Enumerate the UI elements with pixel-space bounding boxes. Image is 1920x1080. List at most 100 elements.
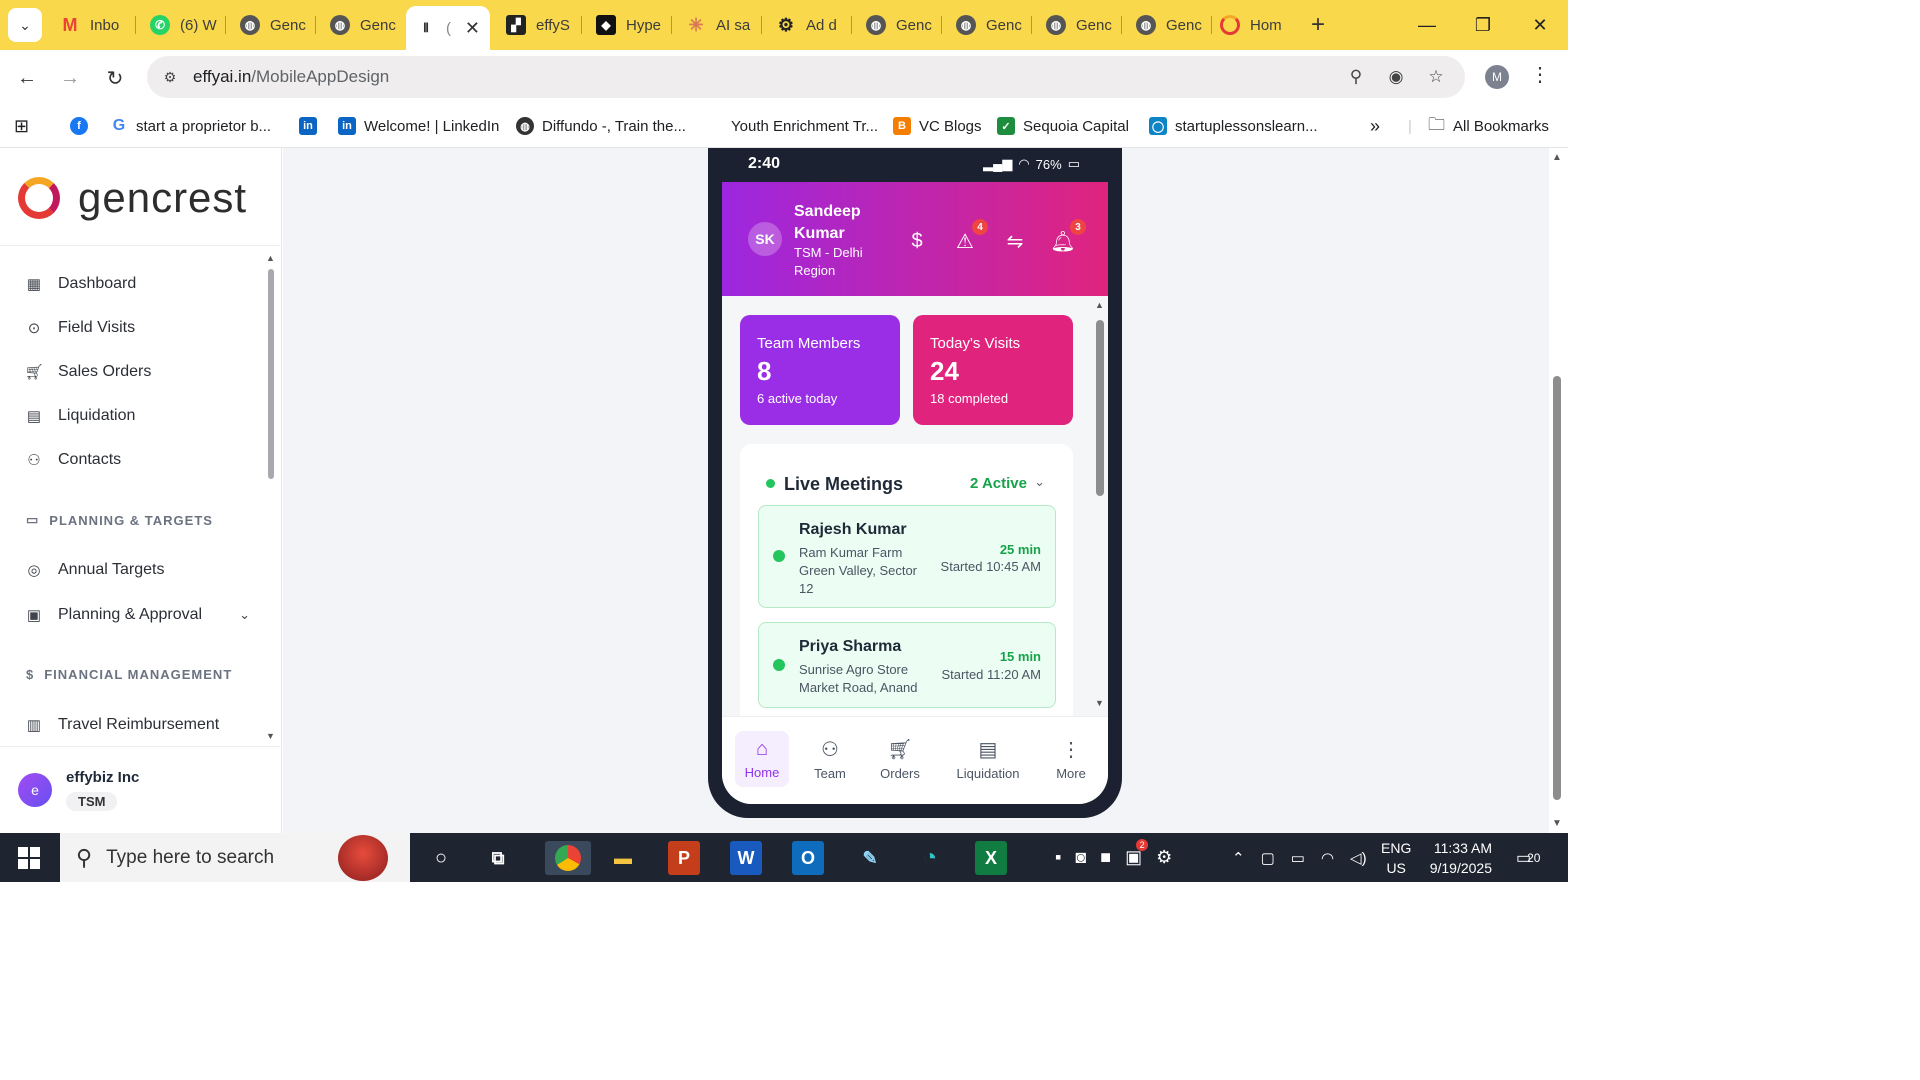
tab-claude[interactable]: ✳ AI sa — [676, 8, 762, 42]
sidebar-item-annual-targets[interactable]: ◎ Annual Targets — [24, 557, 250, 583]
paint-icon[interactable]: ✎ — [852, 841, 888, 875]
excel-icon[interactable]: X — [975, 841, 1007, 875]
phone-scroll-up[interactable]: ▲ — [1095, 300, 1104, 310]
restore-button[interactable]: ❐ — [1455, 0, 1511, 50]
tray-app-icon[interactable]: ▪ — [1055, 847, 1061, 868]
sidebar-scrollbar[interactable]: ▲ ▼ — [266, 253, 276, 749]
close-tab-icon[interactable]: ✕ — [465, 18, 480, 39]
tab-gencrest-5[interactable]: ◍ Genc — [1036, 8, 1122, 42]
file-explorer-icon[interactable]: ▬ — [605, 841, 641, 875]
scroll-thumb[interactable] — [268, 269, 274, 479]
chevron-down-icon[interactable]: ⌄ — [1034, 474, 1045, 490]
bookmark-youth[interactable]: Youth Enrichment Tr... — [731, 114, 878, 138]
nav-home[interactable]: ⌂ Home — [735, 731, 789, 787]
sidebar-item-field-visits[interactable]: ⊙ Field Visits — [24, 315, 250, 341]
outlook-icon[interactable]: O — [792, 841, 824, 875]
battery-icon[interactable]: ▭ — [1291, 849, 1305, 867]
phone-scrollbar[interactable]: ▲ ▼ — [1094, 300, 1106, 716]
nav-more[interactable]: ⋮ More — [1048, 731, 1094, 787]
sidebar-item-liquidation[interactable]: ▤ Liquidation — [24, 403, 250, 429]
profile-avatar[interactable]: M — [1485, 65, 1509, 89]
video-icon[interactable]: ■ — [1100, 847, 1111, 868]
chevron-down-icon[interactable]: ⌄ — [239, 607, 250, 623]
edge-icon[interactable]: ◔ — [912, 841, 948, 875]
bookmark-diffundo[interactable]: ◍ Diffundo -, Train the... — [516, 114, 686, 138]
all-bookmarks-button[interactable]: 🗀 All Bookmarks — [1428, 114, 1549, 138]
address-bar[interactable]: ⚙ effyai.in/MobileAppDesign ⚲ ◉ ☆ — [147, 56, 1465, 98]
avatar[interactable]: SK — [748, 222, 782, 256]
eye-icon[interactable]: ◉ — [1383, 64, 1409, 90]
user-profile[interactable]: e effybiz Inc TSM — [0, 746, 282, 833]
tab-hype[interactable]: ◆ Hype — [586, 8, 672, 42]
tab-effy[interactable]: ▞ effyS — [496, 8, 582, 42]
language-indicator[interactable]: ENG US — [1381, 833, 1411, 882]
tab-gencrest-6[interactable]: ◍ Genc — [1126, 8, 1212, 42]
page-scroll-up[interactable]: ▲ — [1552, 152, 1562, 163]
minimize-button[interactable]: — — [1399, 0, 1455, 50]
apps-grid-icon[interactable]: ⊞ — [14, 114, 29, 138]
wifi-icon[interactable]: ◠ — [1321, 849, 1334, 867]
chrome-taskbar-icon[interactable] — [545, 841, 591, 875]
sidebar-item-contacts[interactable]: ⚇ Contacts — [24, 447, 250, 473]
bookmark-vc-blogs[interactable]: B VC Blogs — [893, 114, 982, 138]
tab-gencrest-3[interactable]: ◍ Genc — [856, 8, 942, 42]
meeting-card[interactable]: Priya Sharma Sunrise Agro Store Market Ro… — [758, 622, 1056, 708]
scroll-down-arrow[interactable]: ▼ — [266, 731, 275, 741]
tab-search-button[interactable]: ⌄ — [8, 8, 42, 42]
powerpoint-icon[interactable]: P — [668, 841, 700, 875]
forward-button[interactable]: → — [55, 63, 85, 93]
brand-logo[interactable]: gencrest — [18, 174, 247, 222]
taskbar-search-input[interactable]: ⚲ Type here to search — [60, 833, 410, 882]
bookmark-sequoia[interactable]: ✓ Sequoia Capital — [997, 114, 1129, 138]
bookmark-startuplessons[interactable]: ◯ startuplessonslearn... — [1149, 114, 1318, 138]
tab-gmail[interactable]: M Inbo — [50, 8, 136, 42]
bookmark-proprietor[interactable]: Gstart a proprietor b... — [110, 114, 271, 138]
new-tab-button[interactable]: + — [1303, 8, 1333, 42]
bookmark-linkedin-welcome[interactable]: in Welcome! | LinkedIn — [338, 114, 499, 138]
page-scrollbar[interactable]: ▲ ▼ — [1549, 148, 1568, 833]
chevron-up-icon[interactable]: ⌃ — [1232, 849, 1245, 867]
settings-gear-icon[interactable]: ⚙ — [1156, 847, 1172, 868]
page-scroll-thumb[interactable] — [1553, 376, 1561, 800]
todays-visits-card[interactable]: Today's Visits 24 18 completed — [913, 315, 1073, 425]
sidebar-item-planning-approval[interactable]: ▣ Planning & Approval ⌄ — [24, 602, 250, 628]
tab-gencrest-1[interactable]: ◍ Genc — [230, 8, 316, 42]
word-icon[interactable]: W — [730, 841, 762, 875]
back-button[interactable]: ← — [12, 63, 42, 93]
bell-icon[interactable]: 🔔︎ 3 — [1050, 219, 1086, 254]
team-members-card[interactable]: Team Members 8 6 active today — [740, 315, 900, 425]
active-count[interactable]: 2 Active — [970, 475, 1027, 492]
url-text[interactable]: effyai.in/MobileAppDesign — [193, 67, 389, 87]
nav-team[interactable]: ⚇ Team — [804, 731, 856, 787]
meet-now-icon[interactable]: ▢ — [1261, 849, 1275, 867]
phone-scroll-down[interactable]: ▼ — [1095, 698, 1104, 708]
zoom-icon[interactable]: ⚲ — [1343, 64, 1369, 90]
browser-menu-icon[interactable]: ⋮ — [1530, 62, 1550, 87]
windows-start-icon[interactable] — [18, 847, 40, 869]
tab-active[interactable]: ⦀ ( ✕ — [406, 6, 490, 50]
tab-gencrest-4[interactable]: ◍ Genc — [946, 8, 1032, 42]
site-info-icon[interactable]: ⚙ — [155, 62, 185, 92]
dollar-icon[interactable]: $ — [904, 228, 930, 254]
camera-icon[interactable]: ◙ — [1075, 847, 1086, 868]
tab-whatsapp[interactable]: ✆ (6) W — [140, 8, 226, 42]
page-scroll-down[interactable]: ▼ — [1552, 818, 1562, 829]
sidebar-item-travel-reimbursement[interactable]: ▥ Travel Reimbursement — [24, 712, 250, 738]
tab-home[interactable]: Hom — [1210, 8, 1300, 42]
sidebar-item-dashboard[interactable]: ▦ Dashboard — [24, 271, 250, 297]
tab-openai[interactable]: ⚙ Ad d — [766, 8, 852, 42]
cortana-icon[interactable]: ○ — [423, 841, 459, 875]
volume-icon[interactable]: ◁) — [1350, 849, 1367, 867]
alert-triangle-icon[interactable]: ⚠ 4 — [952, 219, 988, 254]
window-icon[interactable]: ▣ 2 — [1125, 839, 1149, 868]
sidebar-item-sales-orders[interactable]: 🛒︎ Sales Orders — [24, 359, 250, 385]
clock[interactable]: 11:33 AM 9/19/2025 — [1426, 833, 1492, 882]
tab-gencrest-2[interactable]: ◍ Genc — [320, 8, 406, 42]
nav-liquidation[interactable]: ▤ Liquidation — [948, 731, 1028, 787]
task-view-icon[interactable]: ⧉ — [480, 841, 516, 875]
bookmark-star-icon[interactable]: ☆ — [1423, 64, 1449, 90]
close-window-button[interactable]: ✕ — [1512, 0, 1568, 50]
nav-orders[interactable]: 🛒︎ Orders — [872, 731, 928, 787]
bookmark-linkedin[interactable]: in — [299, 114, 317, 138]
bookmarks-overflow-button[interactable]: » — [1370, 114, 1380, 138]
